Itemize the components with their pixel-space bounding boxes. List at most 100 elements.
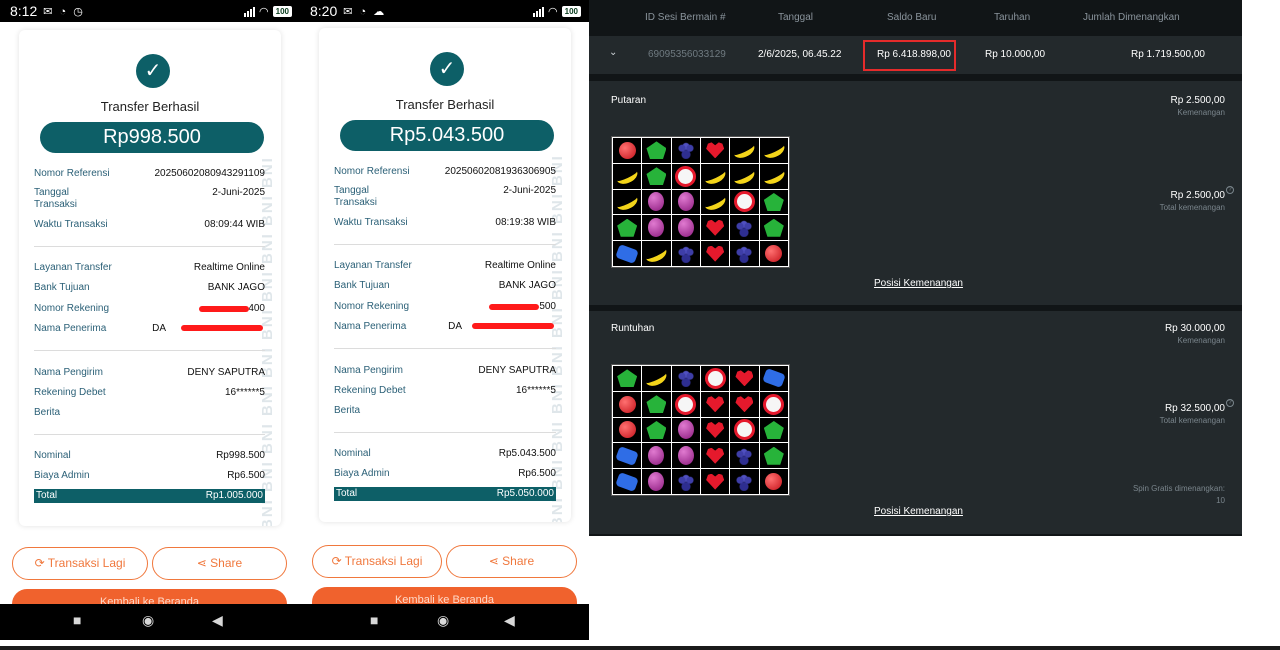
home-icon[interactable]: ◉ bbox=[142, 612, 154, 629]
news-label: Berita bbox=[34, 407, 61, 418]
recents-icon[interactable]: ■ bbox=[370, 612, 378, 628]
reel-cell bbox=[613, 189, 642, 215]
reel-cell bbox=[701, 417, 730, 443]
battery-icon: 100 bbox=[561, 5, 581, 17]
reel-cell bbox=[671, 215, 700, 241]
share-icon: ⋖ bbox=[488, 554, 503, 568]
news-label: Berita bbox=[334, 405, 361, 416]
reel-cell bbox=[730, 391, 759, 417]
total-win-label: Total kemenangan bbox=[1159, 416, 1225, 425]
banana-icon bbox=[614, 190, 641, 213]
share-button[interactable]: ⋖ Share bbox=[446, 545, 577, 578]
plum-icon bbox=[677, 446, 694, 466]
service-label: Layanan Transfer bbox=[334, 260, 412, 271]
plum-icon bbox=[677, 420, 694, 440]
share-label: Share bbox=[502, 554, 535, 568]
apple-icon bbox=[765, 473, 783, 491]
free-spin-value: 10 bbox=[1216, 496, 1225, 505]
winning-position-link[interactable]: Posisi Kemenangan bbox=[874, 506, 963, 517]
receipt-title: Transfer Berhasil bbox=[395, 97, 495, 112]
reference-value: 20250602080943291109 bbox=[154, 168, 266, 179]
col-session-id: ID Sesi Bermain # bbox=[645, 12, 726, 23]
divider bbox=[334, 432, 556, 433]
time-label: Waktu Transaksi bbox=[34, 219, 108, 230]
reel-cell bbox=[671, 469, 700, 494]
blue-icon bbox=[615, 471, 639, 492]
receipt-title: Transfer Berhasil bbox=[100, 99, 200, 114]
pent-icon bbox=[646, 141, 667, 160]
back-icon[interactable]: ◀ bbox=[212, 612, 223, 629]
transfer-amount: Rp998.500 bbox=[40, 122, 264, 153]
screenshot-collage: 8:12 ✉ ◔ ◷ ◠ 100 BNI BNI BNI BNI BNI BNI… bbox=[0, 0, 1280, 650]
reel-cell bbox=[759, 241, 788, 266]
reference-value: 20250602081936306905 bbox=[444, 166, 556, 177]
android-nav-bar: ■ ◉ ◀ bbox=[300, 604, 589, 640]
session-row[interactable]: ⌄ 69095356033129 2/6/2025, 06.45.22 Rp 6… bbox=[589, 36, 1242, 74]
chevron-down-icon[interactable]: ⌄ bbox=[609, 47, 617, 58]
reel-cell bbox=[701, 241, 730, 266]
reel-cell bbox=[671, 366, 700, 391]
admin-fee-value: Rp6.500 bbox=[518, 468, 556, 479]
plum-icon bbox=[648, 472, 665, 492]
signal-icon bbox=[533, 6, 545, 17]
reel-cell bbox=[730, 163, 759, 189]
reel-cell bbox=[671, 391, 700, 417]
date-label: Tanggal bbox=[34, 187, 70, 198]
heart-icon bbox=[706, 142, 725, 159]
debit-value: 16******5 bbox=[224, 387, 265, 398]
admin-fee-value: Rp6.500 bbox=[227, 470, 265, 481]
reel-cell bbox=[701, 163, 730, 189]
reel-cell bbox=[730, 443, 759, 469]
date-value: 2-Juni-2025 bbox=[503, 185, 556, 196]
bank-label: Bank Tujuan bbox=[34, 282, 90, 293]
candy-icon bbox=[704, 367, 726, 389]
reel-cell bbox=[759, 391, 788, 417]
refresh-icon: ⟳ bbox=[34, 556, 48, 570]
reel-cell bbox=[671, 241, 700, 266]
free-spin-label: Spin Gratis dimenangkan: bbox=[1132, 484, 1225, 493]
reel-cell bbox=[759, 189, 788, 215]
banana-icon bbox=[643, 367, 670, 390]
heart-icon bbox=[706, 245, 725, 262]
reel-cell bbox=[701, 138, 730, 163]
reference-label: Nomor Referensi bbox=[34, 168, 110, 179]
refresh-icon: ⟳ bbox=[331, 554, 345, 568]
banana-icon bbox=[643, 242, 670, 265]
reel-cell bbox=[759, 417, 788, 443]
sender-value: DENY SAPUTRA bbox=[187, 367, 265, 378]
divider bbox=[34, 246, 265, 247]
reel-cell bbox=[671, 163, 700, 189]
reel-cell bbox=[613, 241, 642, 266]
info-icon[interactable]: ? bbox=[1226, 399, 1234, 407]
reel-cell bbox=[613, 443, 642, 469]
home-icon[interactable]: ◉ bbox=[437, 612, 449, 629]
apple-icon bbox=[618, 141, 636, 159]
transaction-again-button[interactable]: ⟳ Transaksi Lagi bbox=[312, 545, 442, 578]
service-label: Layanan Transfer bbox=[34, 262, 112, 273]
info-icon[interactable]: ? bbox=[1226, 186, 1234, 194]
plum-icon bbox=[648, 446, 665, 466]
blue-icon bbox=[762, 368, 786, 389]
account-label: Nomor Rekening bbox=[334, 301, 410, 312]
transaction-again-label: Transaksi Lagi bbox=[47, 556, 126, 570]
account-value: 400 bbox=[248, 303, 265, 314]
debit-label: Rekening Debet bbox=[34, 387, 106, 398]
bank-value: BANK JAGO bbox=[207, 282, 265, 293]
reel-cell bbox=[759, 163, 788, 189]
win-value: Rp 2.500,00 bbox=[1170, 95, 1226, 106]
reel-cell bbox=[642, 417, 671, 443]
reel-cell bbox=[759, 138, 788, 163]
recents-icon[interactable]: ■ bbox=[73, 612, 81, 628]
share-icon: ⋖ bbox=[196, 556, 211, 570]
back-icon[interactable]: ◀ bbox=[504, 612, 515, 629]
admin-fee-label: Biaya Admin bbox=[334, 468, 390, 479]
reel-cell bbox=[701, 469, 730, 494]
share-button[interactable]: ⋖ Share bbox=[152, 547, 287, 580]
battery-icon: 100 bbox=[272, 5, 292, 17]
winning-position-link[interactable]: Posisi Kemenangan bbox=[874, 278, 963, 289]
apple-icon bbox=[618, 421, 636, 439]
heart-icon bbox=[706, 219, 725, 236]
notification-icons: ✉ ◔ ◷ bbox=[43, 5, 85, 18]
reel-cell bbox=[701, 391, 730, 417]
transaction-again-button[interactable]: ⟳ Transaksi Lagi bbox=[12, 547, 148, 580]
